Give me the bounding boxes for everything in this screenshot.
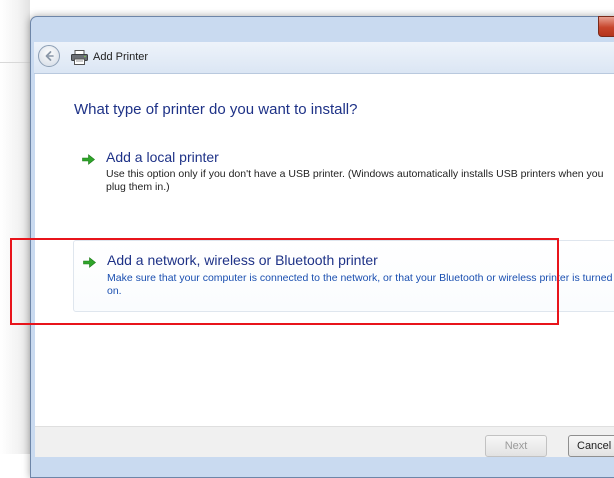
add-network-printer-option[interactable]: Add a network, wireless or Bluetooth pri…: [73, 240, 614, 312]
green-arrow-icon: [82, 154, 95, 165]
navigation-bar: Add Printer: [34, 42, 614, 74]
back-arrow-icon: [45, 51, 54, 61]
add-local-printer-option[interactable]: Add a local printer Use this option only…: [73, 148, 614, 193]
option-description: Use this option only if you don't have a…: [106, 168, 604, 193]
desktop-background: [0, 0, 30, 454]
option-title: Add a local printer: [106, 149, 219, 165]
green-arrow-icon: [83, 257, 96, 268]
option-title: Add a network, wireless or Bluetooth pri…: [107, 252, 378, 268]
page-title: What type of printer do you want to inst…: [74, 101, 358, 118]
wizard-content: What type of printer do you want to inst…: [35, 74, 614, 426]
option-description: Make sure that your computer is connecte…: [107, 272, 613, 297]
desktop-divider: [0, 62, 30, 63]
window-title: Add Printer: [93, 51, 149, 63]
printer-icon: [71, 50, 88, 65]
wizard-footer: Next Cancel: [35, 426, 614, 457]
close-button[interactable]: [598, 16, 614, 37]
back-button[interactable]: [38, 45, 60, 67]
